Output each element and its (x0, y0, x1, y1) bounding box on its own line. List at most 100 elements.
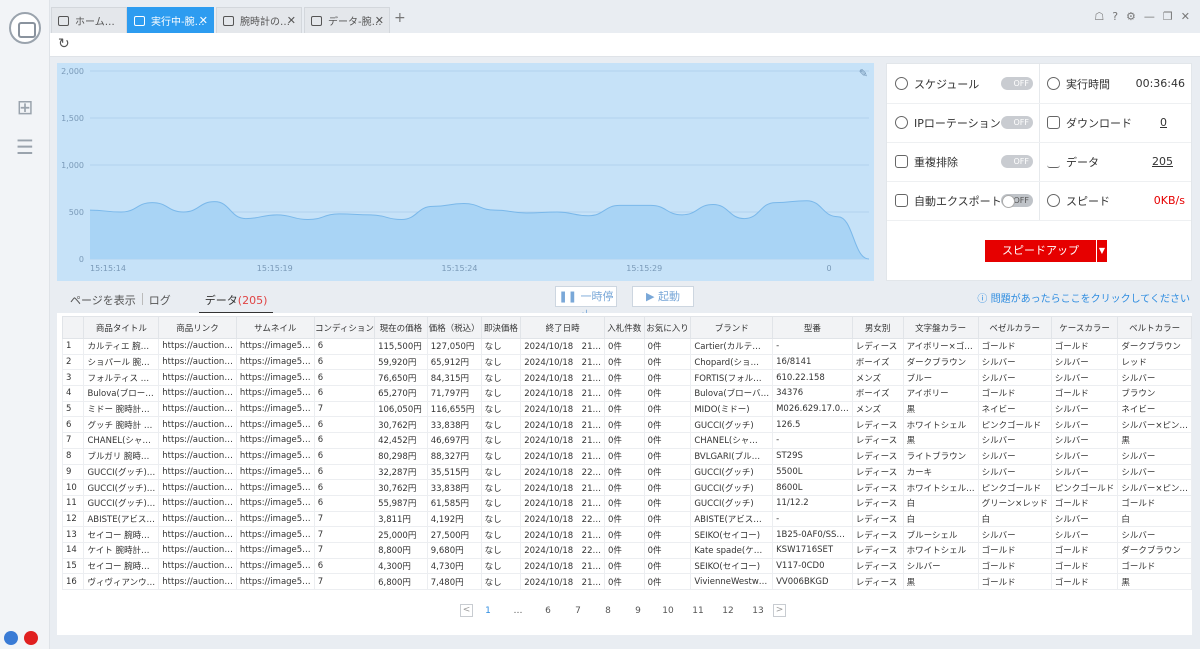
add-tab-icon[interactable]: + (394, 10, 406, 26)
table-row[interactable]: 4 Bulova(ブロー… https://auction… https://imag… (61, 385, 1192, 402)
table-cell: Chopard(ショ… (690, 353, 774, 371)
tab-log[interactable]: ログ (143, 292, 177, 314)
page-number[interactable]: 8 (593, 606, 623, 616)
refresh-icon[interactable]: ↻ (58, 36, 70, 52)
table-cell: シルバー (1050, 526, 1119, 543)
tab-show-page[interactable]: ページを表示 (64, 292, 142, 314)
column-header[interactable]: 商品リンク (158, 316, 237, 339)
table-row[interactable]: 8 ブルガリ 腕時… https://auction… https://image5…… (61, 447, 1192, 465)
table-row[interactable]: 6 グッチ 腕時計 … https://auction… https://image5… (61, 416, 1192, 434)
page-number[interactable]: 11 (683, 606, 713, 616)
tab-data[interactable]: データ-腕… ✕ (304, 7, 390, 33)
download-value[interactable]: 0 (1160, 116, 1167, 129)
table-row[interactable]: 15 セイコー 腕時… https://auction… https://image5… (61, 557, 1192, 575)
page-number[interactable]: 6 (533, 606, 563, 616)
dedupe-label: 重複排除 (914, 155, 958, 169)
schedule-toggle[interactable]: OFF (1001, 77, 1033, 90)
table-cell: Bulova(ブロー… (83, 385, 160, 402)
column-header[interactable]: 終了日時 (520, 316, 605, 339)
layers-icon[interactable]: ☰ (14, 136, 36, 158)
new-task-icon[interactable]: ⊞ (14, 96, 36, 118)
tab-label: データ-腕… (328, 17, 382, 28)
table-cell: ボーイズ (851, 353, 904, 371)
restore-icon[interactable]: ❐ (1163, 10, 1173, 23)
page-number[interactable]: 12 (713, 606, 743, 616)
autoexport-toggle[interactable]: OFF (1001, 194, 1033, 208)
table-row[interactable]: 2 ショパール 腕… https://auction… https://image5…… (61, 353, 1192, 371)
start-button[interactable]: ▶ 起動 (632, 286, 694, 307)
filter-icon (895, 155, 908, 168)
table-row[interactable]: 7 CHANEL(シャ… https://auction… https://image… (61, 432, 1192, 449)
table-cell: なし (480, 541, 522, 559)
column-header[interactable]: ベゼルカラー (977, 316, 1052, 339)
prev-page-icon[interactable]: < (460, 604, 473, 617)
table-cell: レディース (851, 447, 904, 465)
table-cell: https://auction… (158, 400, 237, 418)
column-header[interactable]: 男女別 (851, 316, 904, 339)
table-row[interactable]: 10 GUCCI(グッチ)… https://auction… https://ima… (61, 479, 1192, 496)
page-number[interactable]: 10 (653, 606, 683, 616)
page-number[interactable]: 9 (623, 606, 653, 616)
ip-toggle[interactable]: OFF (1001, 116, 1033, 129)
table-row[interactable]: 16 ヴィヴィアンウ… https://auction… https://image5… (61, 573, 1192, 590)
table-row[interactable]: 3 フォルティス … https://auction… https://image5…… (61, 369, 1192, 387)
column-header[interactable]: 価格（税込） (426, 316, 482, 339)
close-icon[interactable]: ✕ (287, 14, 296, 27)
column-header[interactable]: お気に入り (643, 316, 692, 339)
column-header[interactable] (61, 316, 85, 339)
tab-watch[interactable]: 腕時計の… ✕ (216, 7, 302, 33)
next-page-icon[interactable]: > (773, 604, 786, 617)
data-label: データ (1066, 155, 1099, 169)
column-header[interactable]: 現在の価格 (374, 316, 428, 339)
table-cell: 126.5 (772, 416, 853, 434)
table-cell: シルバー×ピン… (1117, 416, 1192, 434)
tab-home[interactable]: ホーム… (51, 7, 127, 33)
pencil-icon[interactable]: ✎ (859, 67, 868, 80)
column-header[interactable]: 即決価格 (480, 316, 522, 339)
column-header[interactable]: ケースカラー (1050, 316, 1119, 339)
table-cell: https://auction… (158, 416, 237, 434)
table-row[interactable]: 9 GUCCI(グッチ)… https://auction… https://imag… (61, 463, 1192, 481)
close-icon[interactable]: ✕ (199, 14, 208, 27)
table-cell: ゴールド (1050, 557, 1119, 575)
close-icon[interactable]: ✕ (375, 14, 384, 27)
column-header[interactable]: 入札件数 (604, 316, 645, 339)
column-header[interactable]: 型番 (772, 316, 853, 339)
data-value[interactable]: 205 (1152, 155, 1173, 168)
help-link[interactable]: ⓘ 問題があったらここをクリックしてください (977, 290, 1190, 305)
table-row[interactable]: 14 ケイト 腕時計… https://auction… https://image5… (61, 541, 1192, 559)
table-row[interactable]: 11 GUCCI(グッチ)… https://auction… https://ima… (61, 494, 1192, 512)
table-row[interactable]: 13 セイコー 腕時… https://auction… https://image5… (61, 526, 1192, 543)
table-row[interactable]: 1 カルティエ 腕… https://auction… https://image5…… (61, 338, 1192, 355)
table-row[interactable]: 12 ABISTE(アビス… https://auction… https://ima… (61, 510, 1192, 528)
y-tick-label: 0 (79, 255, 84, 264)
dedupe-toggle[interactable]: OFF (1001, 155, 1033, 168)
window-close-icon[interactable]: ✕ (1181, 10, 1190, 23)
tab-data-view[interactable]: データ(205) (198, 292, 274, 314)
column-header[interactable]: サムネイル (235, 316, 315, 339)
column-header[interactable]: 商品タイトル (83, 316, 160, 339)
column-header[interactable]: 文字盤カラー (902, 316, 979, 339)
gift-icon[interactable]: ☖ (1094, 10, 1104, 23)
table-cell: 0件 (604, 510, 645, 528)
table-cell: Bulova(ブローバ… (690, 385, 774, 402)
chevron-down-icon[interactable]: ▼ (1096, 240, 1107, 262)
page-number[interactable]: 13 (743, 606, 773, 616)
column-header[interactable]: コンディション (313, 316, 376, 339)
column-header[interactable]: ベルトカラー (1117, 316, 1192, 339)
column-header[interactable]: ブランド (690, 316, 774, 339)
page-number[interactable]: 7 (563, 606, 593, 616)
speedup-button[interactable]: スピードアップ (985, 240, 1096, 262)
skype-icon[interactable] (4, 631, 18, 645)
table-cell: 2024/10/18 22… (520, 541, 605, 559)
tab-running[interactable]: 実行中-腕… ✕ (127, 7, 214, 33)
help-icon[interactable]: ? (1112, 10, 1118, 23)
gear-icon[interactable]: ⚙ (1126, 10, 1136, 23)
minimize-icon[interactable]: — (1144, 10, 1155, 23)
youtube-icon[interactable] (24, 631, 38, 645)
table-cell: CHANEL(シャ… (83, 432, 160, 449)
pause-button[interactable]: ❚❚ 一時停止 (555, 286, 617, 322)
table-cell: 0件 (604, 353, 645, 371)
table-row[interactable]: 5 ミドー 腕時計… https://auction… https://image5…… (61, 400, 1192, 418)
page-number[interactable]: 1 (473, 606, 503, 616)
